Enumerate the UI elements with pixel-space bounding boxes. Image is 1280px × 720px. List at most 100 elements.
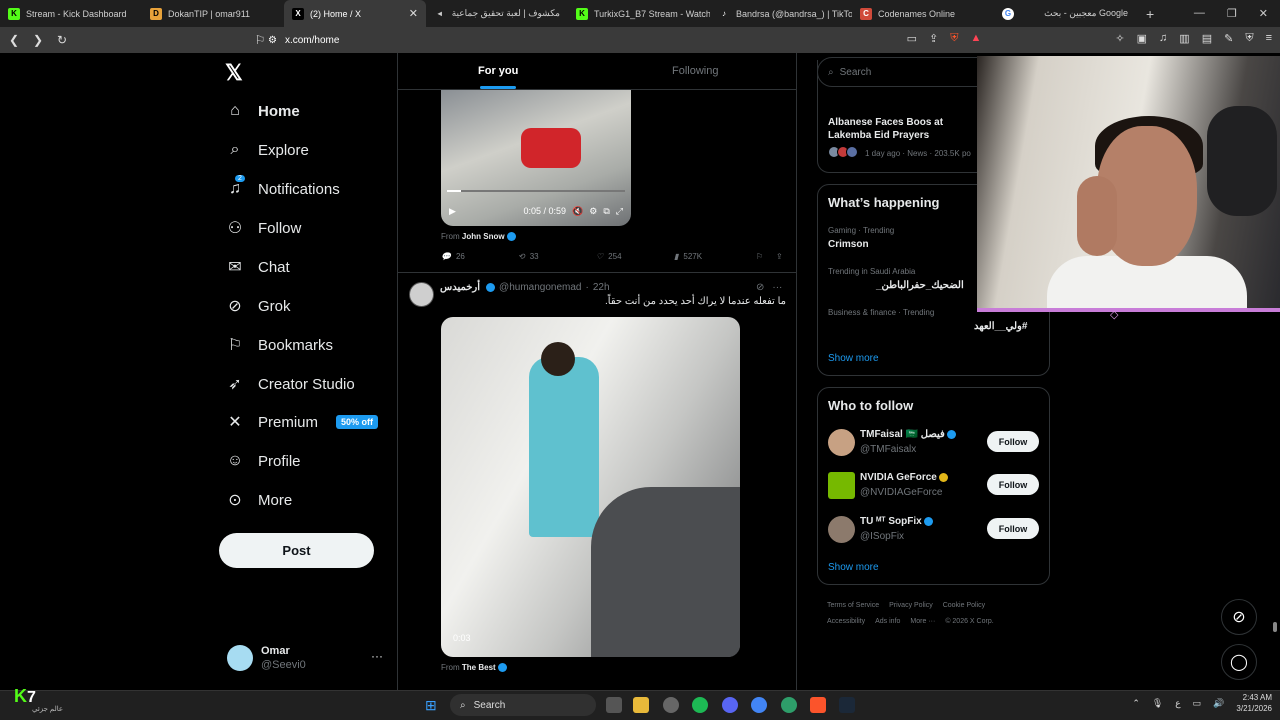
network-icon[interactable]: ▭ (1193, 698, 1202, 709)
nav-follow[interactable]: ⚇ Follow (226, 219, 302, 238)
maximize-icon[interactable]: ❐ (1227, 7, 1237, 20)
file-explorer-icon[interactable] (633, 697, 649, 713)
footer-link[interactable]: Privacy Policy (889, 602, 933, 609)
chrome-profile-icon[interactable] (781, 697, 797, 713)
brave-rewards-icon[interactable]: ▲ (971, 32, 982, 45)
tab-codenames[interactable]: C Codenames Online (852, 0, 994, 27)
footer-link[interactable]: Ads info (875, 618, 900, 625)
tab-kick-stream[interactable]: K TurkixG1_B7 Stream - Watch Li (568, 0, 710, 27)
tab-x-home[interactable]: X (2) Home / X ✕ (284, 0, 426, 27)
post-button[interactable]: Post (219, 533, 374, 568)
show-more-link[interactable]: Show more (828, 562, 879, 573)
reload-icon[interactable]: ↻ (52, 33, 72, 47)
footer-link[interactable]: Terms of Service (827, 602, 879, 609)
account-switcher[interactable]: Omar @Seevi0 ··· (227, 644, 387, 674)
video-progress-bar[interactable] (447, 190, 625, 192)
new-tab-icon[interactable]: + (1136, 6, 1164, 22)
scrollbar[interactable] (1273, 622, 1277, 632)
spotify-icon[interactable] (692, 697, 708, 713)
fullscreen-icon[interactable]: ⤢ (616, 206, 623, 217)
nav-chat[interactable]: ✉ Chat (226, 258, 289, 277)
avatar[interactable] (828, 472, 855, 499)
language-icon[interactable]: ع (1175, 698, 1180, 709)
video-player[interactable]: 0:03 (441, 317, 740, 657)
extensions-icon[interactable]: ✧ (1115, 32, 1124, 45)
follow-button[interactable]: Follow (987, 518, 1039, 539)
source-link[interactable]: The Best (462, 663, 496, 672)
windows-start-icon[interactable]: ⊞ (425, 697, 441, 713)
more-dots-icon[interactable]: ··· (371, 649, 383, 663)
search-input[interactable]: ⌕ Search (817, 57, 997, 87)
chevron-up-icon[interactable]: ⌃ (1132, 698, 1140, 709)
trend-item[interactable]: Crimson (828, 239, 869, 250)
show-more-link[interactable]: Show more (828, 353, 879, 364)
leo-icon[interactable]: ✎ (1224, 32, 1233, 45)
sidebar-icon[interactable]: ▥ (1179, 32, 1189, 45)
settings-icon[interactable]: ⚙ (589, 206, 597, 217)
follow-button[interactable]: Follow (987, 474, 1039, 495)
vpn-icon[interactable]: ⛨ (1245, 32, 1253, 45)
avatar[interactable] (828, 429, 855, 456)
back-icon[interactable]: ❮ (4, 33, 24, 47)
minimize-icon[interactable]: — (1194, 7, 1205, 20)
footer-link[interactable]: Cookie Policy (943, 602, 985, 609)
source-link[interactable]: John Snow (462, 232, 505, 241)
url-field[interactable]: ⚙ x.com/home (268, 30, 988, 50)
more-dots-icon[interactable]: ··· (772, 282, 782, 293)
discord-icon[interactable] (722, 697, 738, 713)
avatar[interactable] (828, 516, 855, 543)
author-name[interactable]: أرخميدس (440, 282, 480, 293)
reply-button[interactable]: 💬 26 (441, 252, 518, 261)
screenshot-icon[interactable]: ▣ (1137, 32, 1147, 45)
clock[interactable]: 2:43 AM 3/21/2026 (1236, 692, 1272, 714)
menu-icon[interactable]: ≡ (1266, 32, 1272, 45)
views-button[interactable]: ▮ 527K (674, 252, 756, 261)
music-icon[interactable]: ♫ (1159, 32, 1167, 45)
user-name[interactable]: TU ᴹᵀ SopFix (860, 516, 933, 527)
post-age[interactable]: 22h (593, 282, 610, 293)
avatar[interactable] (409, 282, 434, 307)
user-name[interactable]: TMFaisal 🇸🇦 فيصل (860, 429, 956, 440)
nav-profile[interactable]: ☺ Profile (226, 452, 301, 470)
site-info-icon[interactable]: ⚙ (268, 35, 277, 46)
tab-following[interactable]: Following (672, 65, 718, 77)
tab-kick-dashboard[interactable]: K Stream - Kick Dashboard (0, 0, 142, 27)
nav-explore[interactable]: ⌕ Explore (226, 141, 309, 159)
nav-creator-studio[interactable]: ➶ Creator Studio (226, 375, 354, 394)
nav-more[interactable]: ⊙ More (226, 491, 292, 510)
share-post-icon[interactable]: ⇪ (776, 252, 783, 261)
tab-dokantip[interactable]: D DokanTIP | omar911 (142, 0, 284, 27)
cast-icon[interactable]: ▭ (907, 32, 917, 45)
bookmark-page-icon[interactable]: ⚐ (250, 33, 270, 47)
microphone-icon[interactable]: 🎙 (1152, 698, 1163, 709)
pip-icon[interactable]: ⧉ (603, 206, 609, 217)
play-icon[interactable]: ▶ (449, 206, 456, 217)
volume-icon[interactable]: 🔊 (1213, 698, 1224, 709)
video-player[interactable]: ▶ 0:05 / 0:59 🔇 ⚙ ⧉ ⤢ (441, 90, 631, 226)
taskbar-search[interactable]: ⌕ Search (450, 694, 596, 716)
tab-google[interactable]: G معجبين - بحث Google (994, 0, 1136, 27)
share-icon[interactable]: ⇪ (929, 32, 938, 45)
forward-icon[interactable]: ❯ (28, 33, 48, 47)
task-view-icon[interactable] (606, 697, 622, 713)
steam-icon[interactable] (839, 697, 855, 713)
author-handle[interactable]: @humangonemad (499, 282, 581, 293)
nav-notifications[interactable]: ♫ 2 Notifications (226, 175, 340, 198)
footer-link[interactable]: More ··· (910, 618, 935, 625)
nav-grok[interactable]: ⊘ Grok (226, 297, 290, 316)
chrome-icon[interactable] (751, 697, 767, 713)
nav-premium[interactable]: ✕ Premium 50% off (226, 413, 379, 431)
tab-tiktok[interactable]: ♪ Bandrsa (@bandrsa_) | TikTok (710, 0, 852, 27)
grok-fab-icon[interactable]: ⊘ (1221, 599, 1257, 635)
bookmark-post-icon[interactable]: ⚐ (756, 252, 776, 261)
trend-item[interactable]: #ولي__العهد (974, 321, 1027, 332)
obs-icon[interactable] (663, 697, 679, 713)
wallet-icon[interactable]: ▤ (1202, 32, 1212, 45)
tab-for-you[interactable]: For you (478, 65, 518, 77)
brave-icon[interactable] (810, 697, 826, 713)
nav-bookmarks[interactable]: ⚐ Bookmarks (226, 336, 333, 355)
repost-button[interactable]: ⟲ 33 (518, 252, 596, 261)
close-window-icon[interactable]: ✕ (1259, 7, 1268, 20)
user-name[interactable]: NVIDIA GeForce (860, 472, 948, 483)
brave-shield-icon[interactable]: ⛨ (950, 32, 958, 45)
